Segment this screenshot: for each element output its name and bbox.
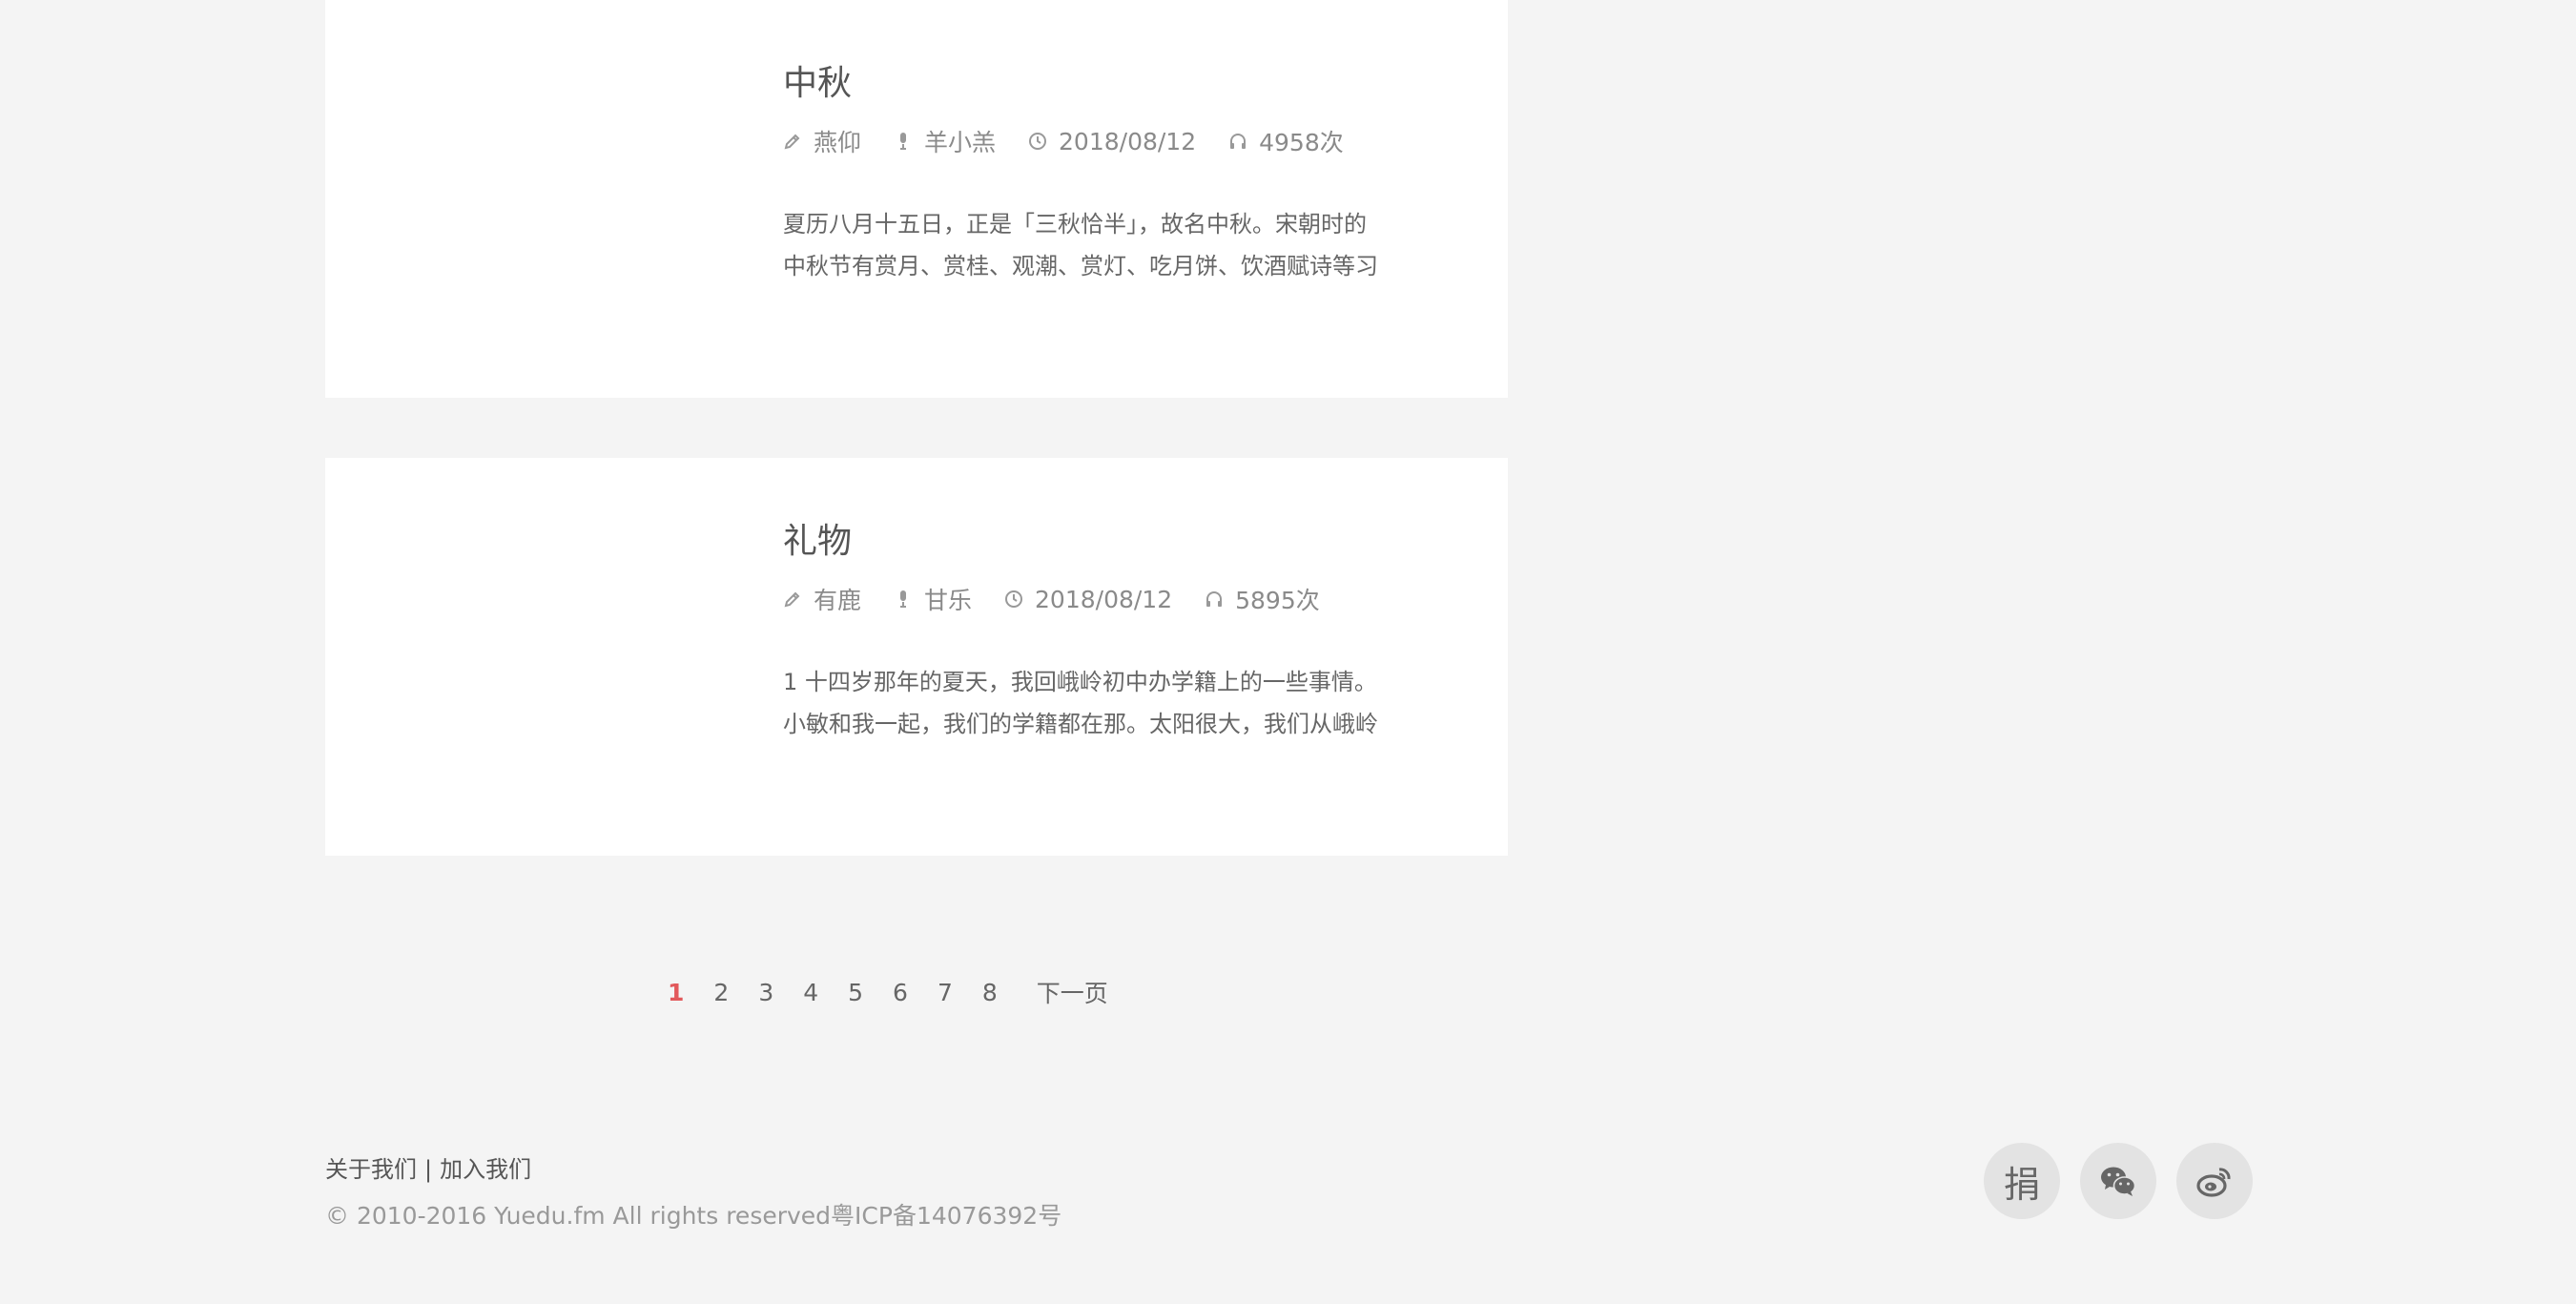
page-link-5[interactable]: 5	[848, 979, 863, 1006]
post-title[interactable]: 中秋	[783, 55, 852, 105]
post-card: 中秋 燕仰 羊小羔 2018/08/12 4958次 夏历八月十五日，正是「三秋…	[325, 0, 1508, 398]
pencil-icon	[784, 134, 800, 150]
author-name: 燕仰	[814, 129, 862, 156]
post-summary: 1 十四岁那年的夏天，我回峨岭初中办学籍上的一些事情。 小敏和我一起，我们的学籍…	[783, 661, 1432, 745]
post-date: 2018/08/12	[1059, 127, 1197, 155]
pagination: 1 2 3 4 5 6 7 8 下一页	[668, 975, 1138, 1009]
narrator-name: 羊小羔	[924, 129, 997, 156]
page-link-4[interactable]: 4	[803, 979, 818, 1006]
page-link-2[interactable]: 2	[713, 979, 729, 1006]
meta-narrator[interactable]: 甘乐	[894, 582, 972, 616]
page-link-1[interactable]: 1	[668, 979, 684, 1006]
copyright-text: © 2010-2016 Yuedu.fm All rights reserved…	[325, 1202, 1062, 1230]
footer-links: 关于我们 | 加入我们	[325, 1150, 531, 1184]
page-link-3[interactable]: 3	[758, 979, 773, 1006]
page-link-7[interactable]: 7	[938, 979, 953, 1006]
meta-date: 2018/08/12	[1004, 586, 1172, 613]
headphones-icon	[1230, 134, 1247, 149]
page: 中秋 燕仰 羊小羔 2018/08/12 4958次 夏历八月十五日，正是「三秋…	[0, 0, 2576, 1304]
wechat-icon	[2101, 1167, 2136, 1196]
post-title[interactable]: 礼物	[783, 513, 852, 563]
page-link-6[interactable]: 6	[893, 979, 908, 1006]
microphone-icon	[900, 590, 907, 608]
summary-line: 小敏和我一起，我们的学籍都在那。太阳很大，我们从峨岭	[783, 711, 1378, 737]
post-meta: 燕仰 羊小羔 2018/08/12 4958次	[783, 124, 1376, 158]
footer-separator: |	[424, 1156, 433, 1183]
meta-plays: 4958次	[1228, 124, 1344, 158]
play-count: 5895次	[1235, 587, 1320, 614]
wechat-button[interactable]	[2080, 1143, 2156, 1219]
page-link-8[interactable]: 8	[982, 979, 998, 1006]
meta-date: 2018/08/12	[1028, 128, 1196, 155]
summary-line: 夏历八月十五日，正是「三秋恰半」，故名中秋。宋朝时的	[783, 211, 1367, 238]
post-summary: 夏历八月十五日，正是「三秋恰半」，故名中秋。宋朝时的 中秋节有赏月、赏桂、观潮、…	[783, 203, 1432, 287]
post-date: 2018/08/12	[1035, 585, 1173, 613]
play-count: 4958次	[1259, 129, 1344, 156]
weibo-icon	[2196, 1168, 2231, 1197]
post-card: 礼物 有鹿 甘乐 2018/08/12 5895次 1 十四岁那年的夏天，我回峨…	[325, 458, 1508, 856]
join-us-link[interactable]: 加入我们	[440, 1156, 531, 1183]
clock-icon	[1005, 590, 1023, 608]
social-buttons: 捐	[1984, 1143, 2273, 1219]
summary-line: 中秋节有赏月、赏桂、观潮、赏灯、吃月饼、饮酒赋诗等习	[783, 253, 1378, 279]
author-name: 有鹿	[814, 587, 862, 614]
donate-button[interactable]: 捐	[1984, 1143, 2060, 1219]
meta-author[interactable]: 有鹿	[783, 582, 861, 616]
next-page-link[interactable]: 下一页	[1037, 975, 1108, 1009]
narrator-name: 甘乐	[924, 587, 973, 614]
meta-narrator[interactable]: 羊小羔	[894, 124, 996, 158]
donate-icon: 捐	[2003, 1163, 2040, 1206]
weibo-button[interactable]	[2176, 1143, 2253, 1219]
about-us-link[interactable]: 关于我们	[325, 1156, 417, 1183]
meta-plays: 5895次	[1205, 582, 1320, 616]
pencil-icon	[784, 591, 800, 608]
microphone-icon	[900, 133, 907, 150]
summary-line: 1 十四岁那年的夏天，我回峨岭初中办学籍上的一些事情。	[783, 669, 1377, 695]
headphones-icon	[1206, 591, 1223, 607]
meta-author[interactable]: 燕仰	[783, 124, 861, 158]
clock-icon	[1029, 133, 1047, 150]
post-meta: 有鹿 甘乐 2018/08/12 5895次	[783, 582, 1352, 616]
